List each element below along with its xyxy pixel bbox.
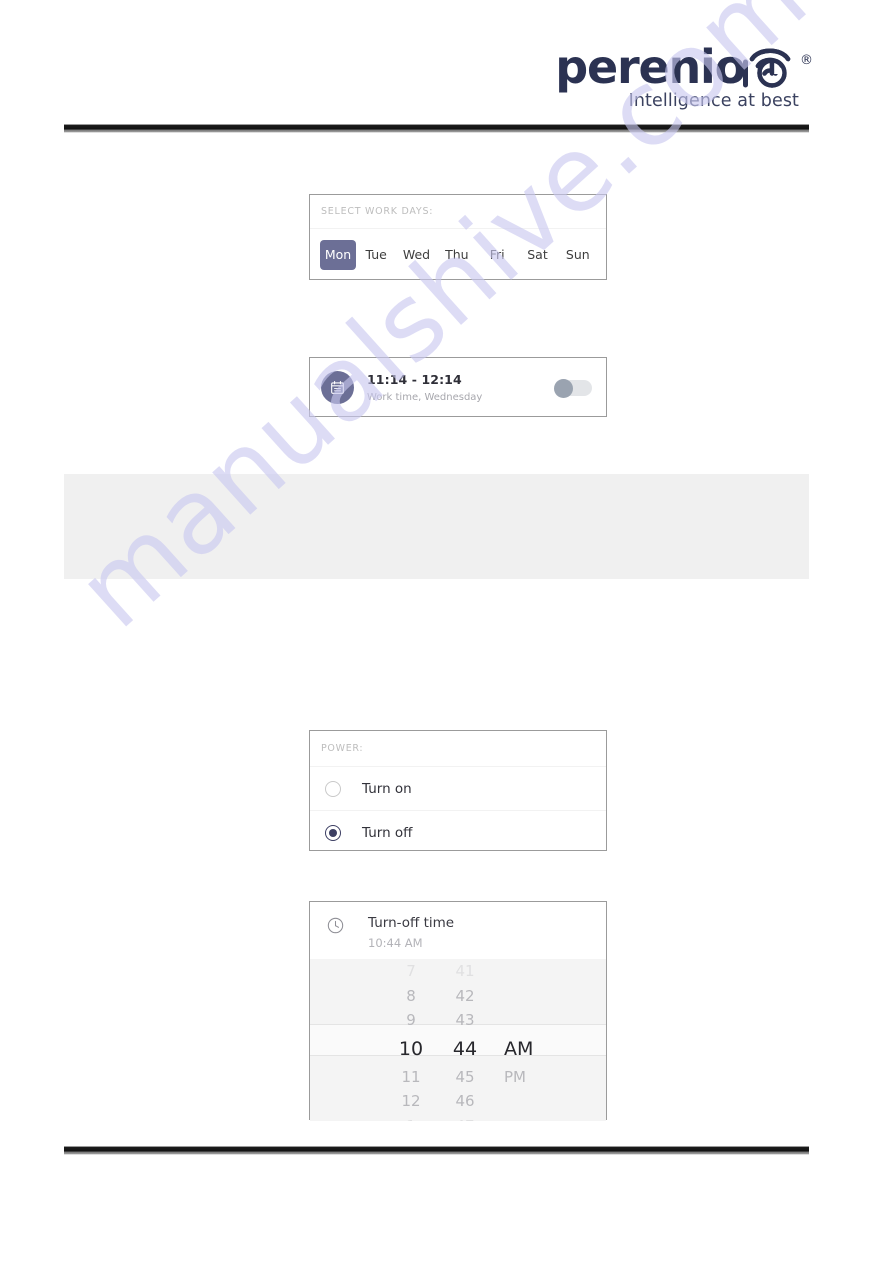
hours-column[interactable]: 7 8 9 10 11 12 1 xyxy=(384,959,438,1121)
work-days-row: Mon Tue Wed Thu Fri Sat Sun xyxy=(310,229,606,281)
toggle-knob xyxy=(554,378,573,398)
day-button-wed[interactable]: Wed xyxy=(396,240,436,270)
power-option-label-turn-on: Turn on xyxy=(362,780,412,797)
time-picker-header-text: Turn-off time 10:44 AM xyxy=(368,915,454,950)
registered-trademark-icon: ® xyxy=(800,53,813,68)
header-divider-rule xyxy=(64,124,809,133)
time-picker-header: Turn-off time 10:44 AM xyxy=(310,902,606,959)
hour-item[interactable]: 7 xyxy=(384,959,438,984)
minute-item-selected[interactable]: 44 xyxy=(438,1033,492,1065)
minute-item[interactable]: 46 xyxy=(438,1089,492,1114)
turn-off-time-card: Turn-off time 10:44 AM 7 8 9 10 11 12 1 … xyxy=(309,901,607,1121)
power-option-turn-off[interactable]: Turn off xyxy=(310,811,606,854)
brand-logo: perenio ® Intelligence at best xyxy=(555,32,813,111)
power-option-turn-on[interactable]: Turn on xyxy=(310,767,606,811)
schedule-entry-card[interactable]: 11:14 - 12:14 Work time, Wednesday xyxy=(309,357,607,417)
time-picker-current-value: 10:44 AM xyxy=(368,936,423,950)
power-header-label: POWER: xyxy=(321,743,364,754)
work-days-header-label: SELECT WORK DAYS: xyxy=(321,206,434,217)
schedule-entry-text: 11:14 - 12:14 Work time, Wednesday xyxy=(367,371,554,403)
calendar-icon xyxy=(321,370,354,404)
minutes-column[interactable]: 41 42 43 44 45 46 47 xyxy=(438,959,492,1121)
perenio-power-wifi-icon xyxy=(743,32,799,90)
minute-item[interactable]: 42 xyxy=(438,984,492,1009)
meridiem-item-am[interactable]: AM xyxy=(504,1033,564,1065)
day-button-tue[interactable]: Tue xyxy=(356,240,396,270)
time-picker-title: Turn-off time xyxy=(368,915,455,931)
time-picker-wheel[interactable]: 7 8 9 10 11 12 1 41 42 43 44 45 46 47 xyxy=(310,959,606,1121)
note-callout-block xyxy=(64,474,809,579)
time-picker-columns: 7 8 9 10 11 12 1 41 42 43 44 45 46 47 xyxy=(310,959,606,1121)
meridiem-item-pm[interactable]: PM xyxy=(504,1065,564,1090)
minute-item[interactable]: 47 xyxy=(438,1114,492,1122)
schedule-time-range: 11:14 - 12:14 xyxy=(367,372,462,387)
logo-wordmark: perenio xyxy=(555,40,746,95)
radio-turn-on[interactable] xyxy=(325,780,341,797)
clock-icon xyxy=(327,917,344,934)
hour-item[interactable]: 11 xyxy=(384,1065,438,1090)
brand-tagline: Intelligence at best xyxy=(628,91,799,111)
day-button-mon[interactable]: Mon xyxy=(320,240,356,270)
hour-item[interactable]: 1 xyxy=(384,1114,438,1122)
hour-item[interactable]: 12 xyxy=(384,1089,438,1114)
day-button-fri[interactable]: Fri xyxy=(477,240,517,270)
day-button-sun[interactable]: Sun xyxy=(558,240,598,270)
hour-item[interactable]: 9 xyxy=(384,1008,438,1033)
select-work-days-card: SELECT WORK DAYS: Mon Tue Wed Thu Fri Sa… xyxy=(309,194,607,280)
schedule-entry-row: 11:14 - 12:14 Work time, Wednesday xyxy=(310,358,606,416)
logo-row: perenio ® xyxy=(555,32,813,90)
schedule-subtitle: Work time, Wednesday xyxy=(367,392,483,403)
hour-item[interactable]: 8 xyxy=(384,984,438,1009)
footer-divider-rule xyxy=(64,1146,809,1155)
meridiem-item xyxy=(504,959,564,984)
power-option-label-turn-off: Turn off xyxy=(362,824,413,841)
work-days-header: SELECT WORK DAYS: xyxy=(310,195,606,229)
hour-item-selected[interactable]: 10 xyxy=(384,1033,438,1065)
page-root: perenio ® Intelligence at best SELECT WO… xyxy=(0,0,893,1263)
day-button-sat[interactable]: Sat xyxy=(517,240,557,270)
schedule-enable-toggle[interactable] xyxy=(554,378,592,398)
meridiem-column[interactable]: AM PM xyxy=(492,959,564,1121)
meridiem-item xyxy=(504,1114,564,1122)
meridiem-item xyxy=(504,1089,564,1114)
meridiem-item xyxy=(504,984,564,1009)
minute-item[interactable]: 43 xyxy=(438,1008,492,1033)
minute-item[interactable]: 45 xyxy=(438,1065,492,1090)
minute-item[interactable]: 41 xyxy=(438,959,492,984)
power-header: POWER: xyxy=(310,731,606,767)
meridiem-item xyxy=(504,1008,564,1033)
power-options-card: POWER: Turn on Turn off xyxy=(309,730,607,851)
radio-turn-off[interactable] xyxy=(325,824,341,841)
day-button-thu[interactable]: Thu xyxy=(437,240,477,270)
